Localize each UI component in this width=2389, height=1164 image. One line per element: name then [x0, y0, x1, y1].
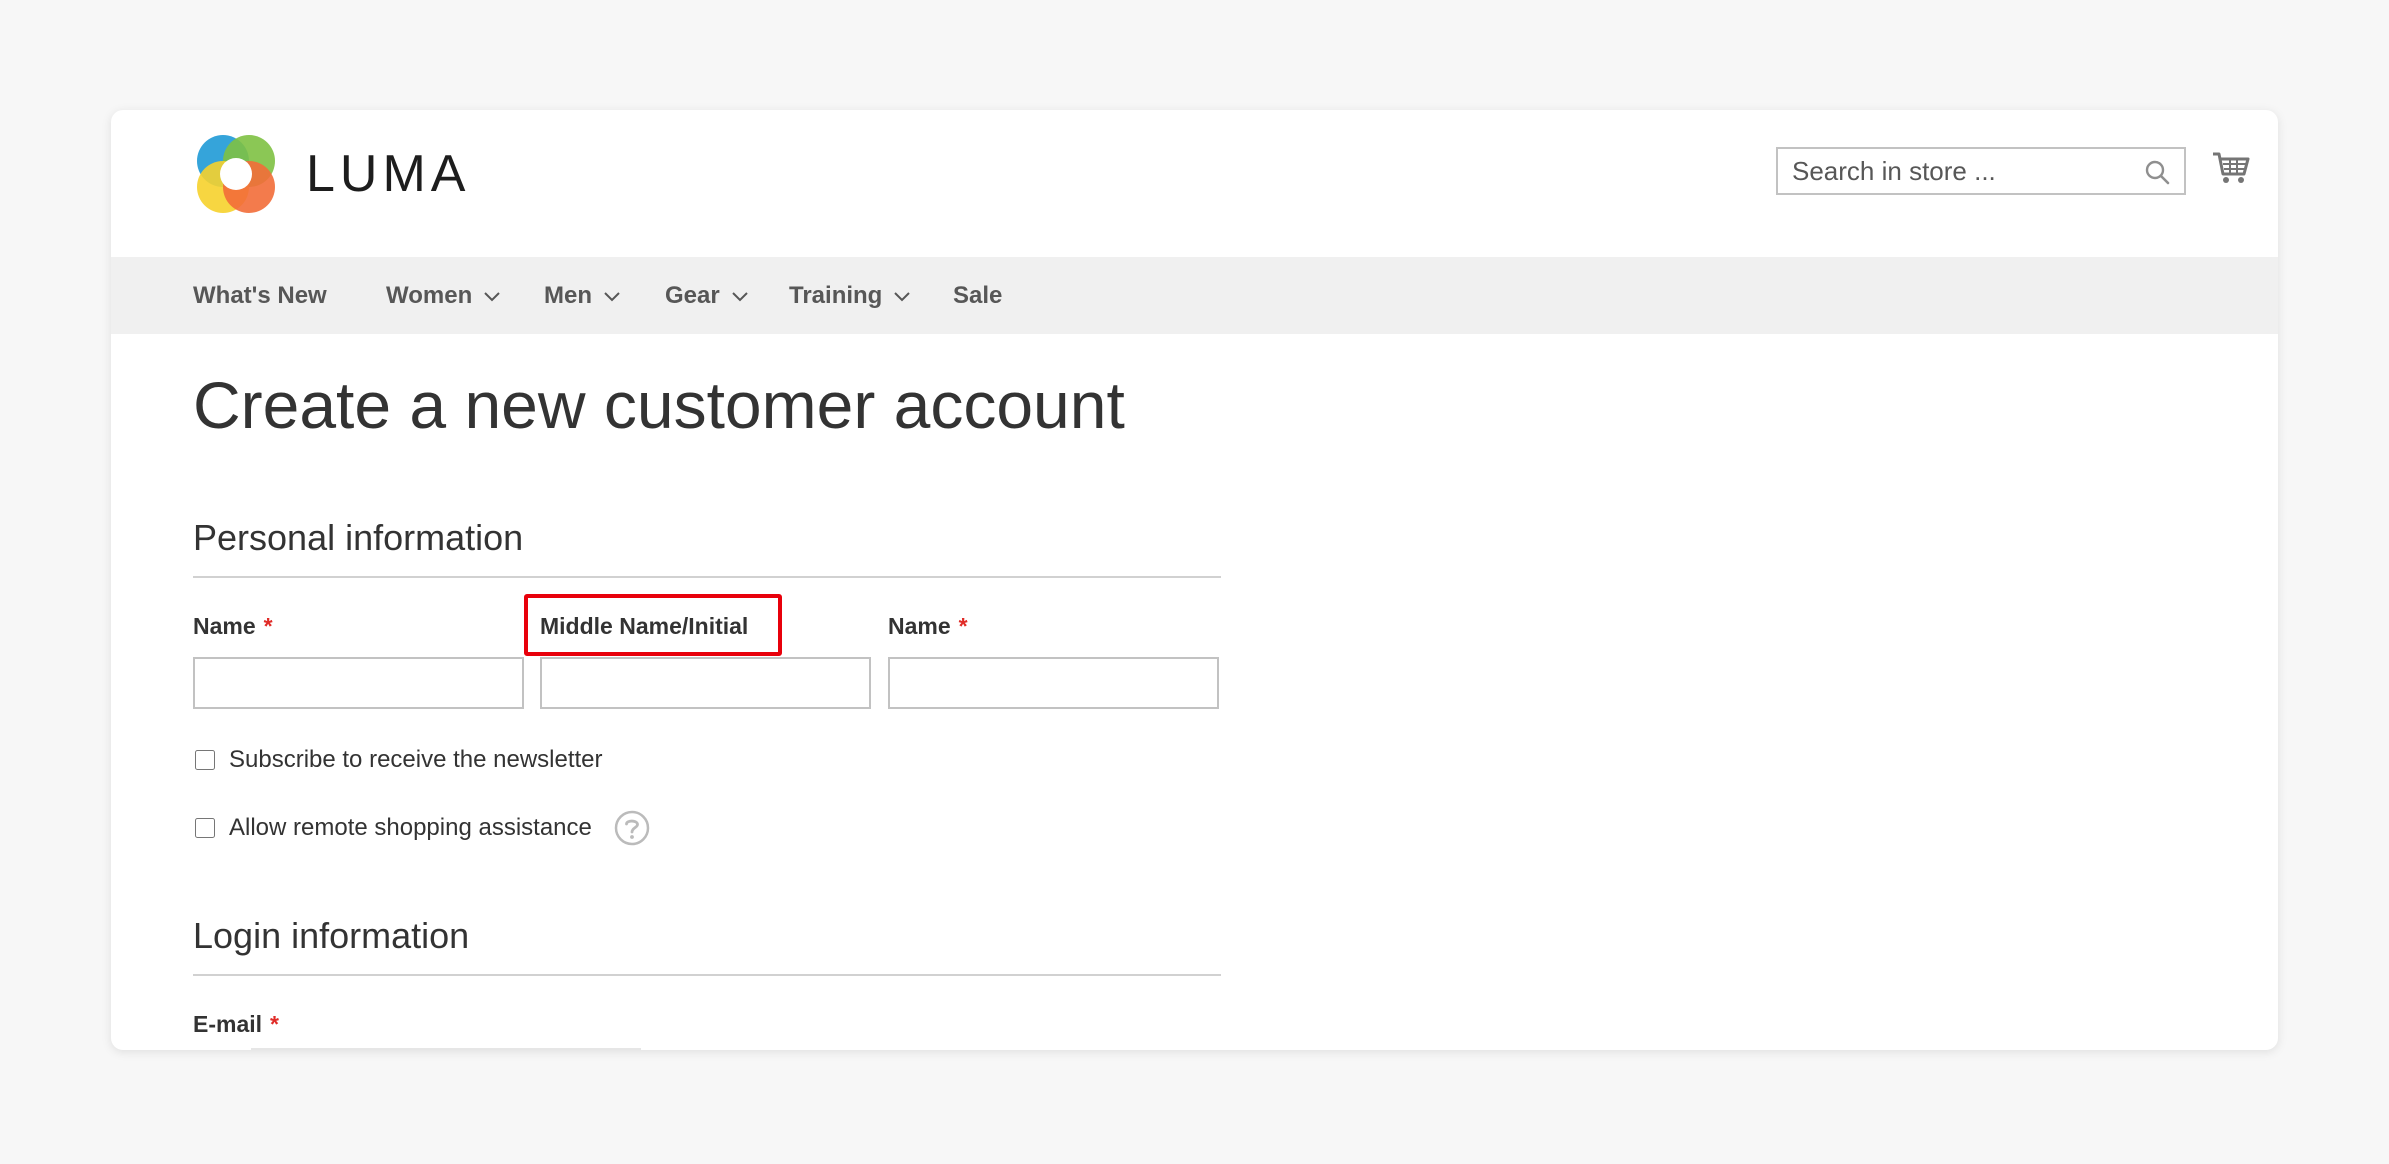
middle-name-input[interactable] [540, 657, 871, 709]
nav-item-gear[interactable]: Gear [665, 257, 748, 334]
chevron-down-icon [484, 292, 500, 302]
section-divider [193, 974, 1221, 976]
chevron-down-icon [604, 292, 620, 302]
first-name-label: Name * [193, 613, 273, 639]
first-name-input[interactable] [193, 657, 524, 709]
nav-item-sale[interactable]: Sale [953, 257, 1002, 334]
email-label: E-mail * [193, 1011, 279, 1037]
cart-icon[interactable] [2211, 150, 2251, 186]
question-circle-icon[interactable] [614, 810, 650, 846]
last-name-label: Name * [888, 613, 968, 639]
search-input[interactable] [1778, 149, 2138, 193]
chevron-down-icon [731, 292, 748, 302]
required-mark: * [958, 613, 968, 639]
email-input[interactable] [251, 1048, 641, 1050]
remote-assistance-option[interactable]: Allow remote shopping assistance [193, 808, 650, 848]
main-nav: What's New Women Men Gear Training Sale [111, 257, 2278, 334]
nav-item-whats-new[interactable]: What's New [193, 257, 327, 334]
last-name-input[interactable] [888, 657, 1219, 709]
nav-item-men[interactable]: Men [544, 257, 620, 334]
highlight-box [524, 594, 782, 656]
newsletter-label: Subscribe to receive the newsletter [229, 746, 603, 773]
nav-item-women[interactable]: Women [386, 257, 500, 334]
search-icon[interactable] [2144, 159, 2170, 185]
browser-frame: LUMA What's New Women Men Gear [111, 110, 2278, 1050]
personal-info-heading: Personal information [193, 517, 524, 558]
remote-assistance-checkbox[interactable] [195, 818, 215, 838]
luma-logo[interactable]: LUMA [194, 132, 470, 216]
remote-assistance-label: Allow remote shopping assistance [229, 814, 592, 841]
logo-text: LUMA [306, 145, 471, 203]
newsletter-option[interactable]: Subscribe to receive the newsletter [193, 744, 603, 776]
luma-logo-icon [197, 135, 275, 213]
section-divider [193, 576, 1221, 578]
newsletter-checkbox[interactable] [195, 750, 215, 770]
required-mark: * [270, 1011, 279, 1037]
required-mark: * [263, 613, 273, 639]
login-info-heading: Login information [193, 915, 470, 956]
search-box[interactable] [1776, 147, 2186, 195]
page-title: Create a new customer account [193, 368, 1125, 442]
nav-item-training[interactable]: Training [789, 257, 911, 334]
chevron-down-icon [894, 292, 911, 302]
